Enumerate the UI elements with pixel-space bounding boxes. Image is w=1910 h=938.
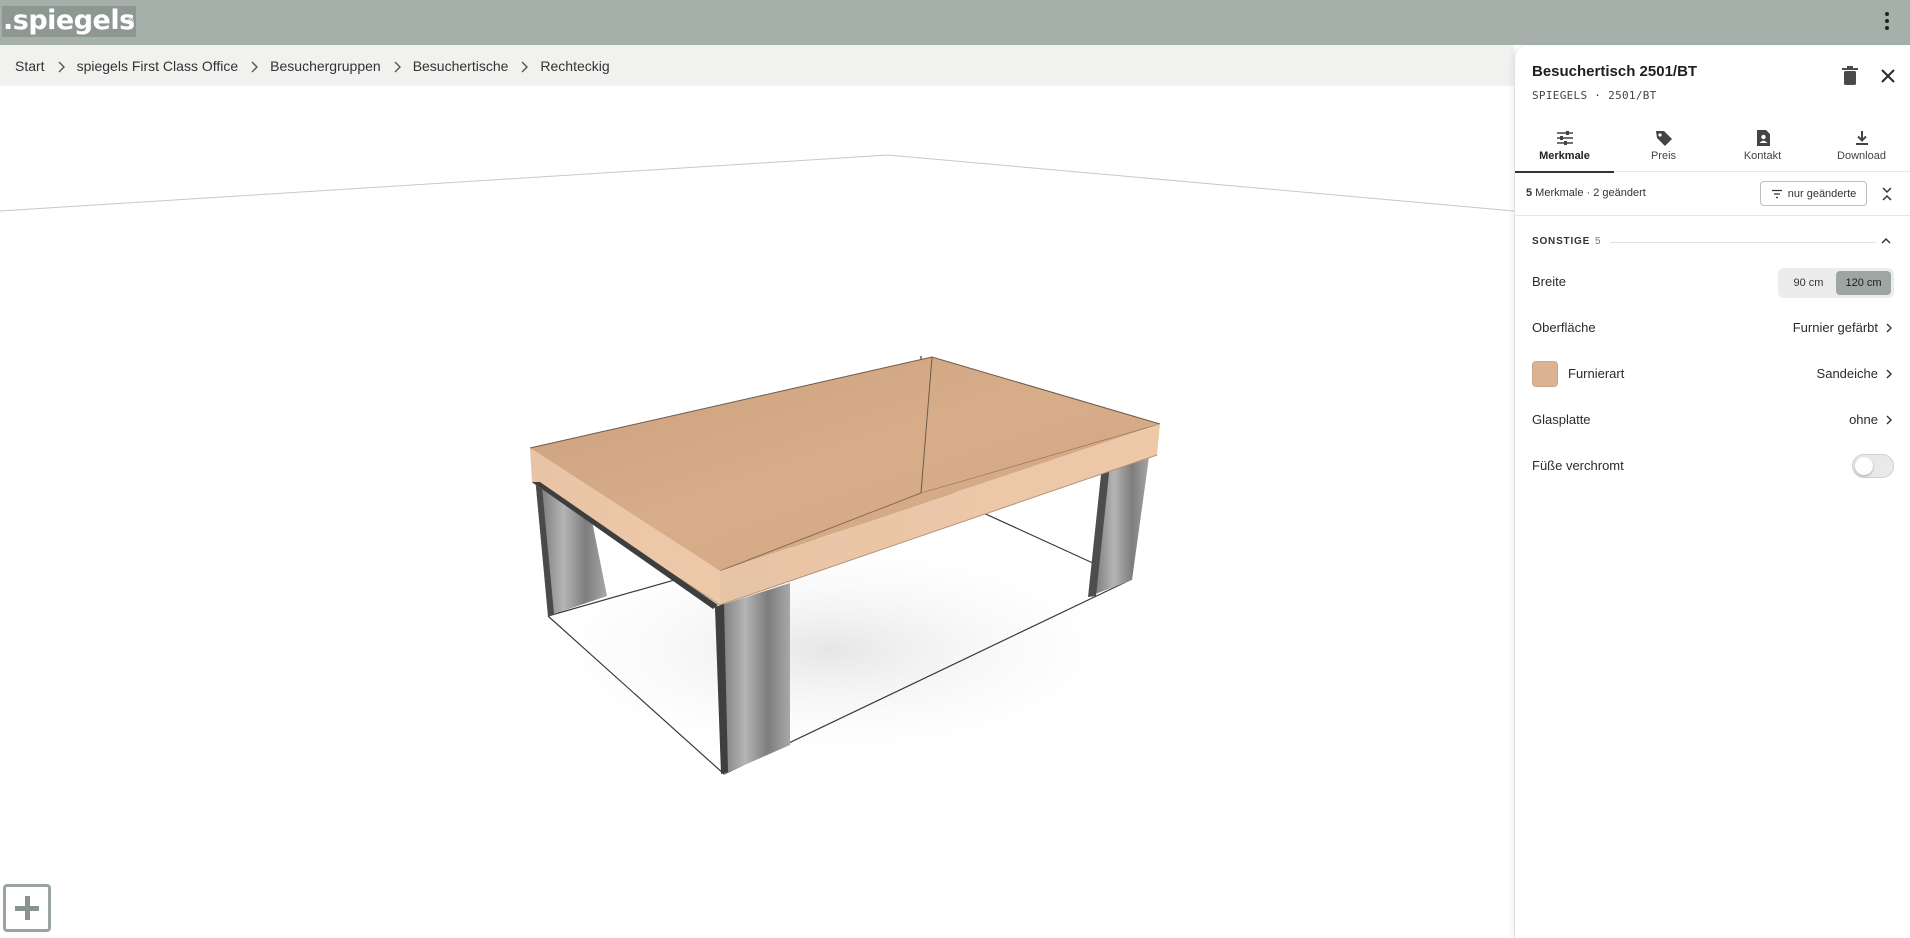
close-icon[interactable]: [1877, 65, 1899, 87]
breite-option-120[interactable]: 120 cm: [1836, 271, 1891, 295]
tab-label: Preis: [1650, 150, 1677, 162]
filter-icon: [1771, 189, 1782, 198]
breadcrumb: Start spiegels First Class Office Besuch…: [15, 45, 610, 86]
tab-label: Merkmale: [1539, 150, 1590, 162]
feature-label: Glasplatte: [1532, 412, 1591, 427]
sliders-icon: [1556, 131, 1573, 145]
tab-merkmale[interactable]: Merkmale: [1515, 124, 1614, 173]
section-divider: [1610, 242, 1876, 243]
room-floor-lines: [0, 154, 1514, 212]
breadcrumb-item-besuchergruppen[interactable]: Besuchergruppen: [270, 58, 381, 74]
chevron-up-icon: [1881, 238, 1891, 244]
chevron-right-icon: [1886, 415, 1892, 425]
chevron-right-icon: [1886, 369, 1892, 379]
fuesse-verchromt-toggle[interactable]: [1852, 454, 1894, 478]
panel-tabs: Merkmale Preis Kontakt Download: [1515, 124, 1910, 173]
scene-canvas[interactable]: [0, 86, 1514, 938]
chevron-right-icon: [45, 58, 77, 73]
logo-text: .spiegels: [3, 5, 135, 36]
feature-label: Füße verchromt: [1532, 458, 1624, 473]
feature-breite: Breite 90 cm 120 cm: [1532, 266, 1894, 298]
price-tag-icon: [1655, 131, 1672, 146]
feature-glasplatte[interactable]: Glasplatte ohne: [1532, 404, 1894, 436]
feature-count: 5 Merkmale · 2 geändert: [1526, 187, 1646, 199]
tab-label: Kontakt: [1743, 150, 1782, 162]
more-vertical-icon[interactable]: [1884, 12, 1890, 32]
feature-fuesse-verchromt: Füße verchromt: [1532, 450, 1894, 482]
plus-square-icon[interactable]: [3, 884, 51, 932]
registered-mark: ®: [126, 17, 135, 26]
contact-icon: [1756, 130, 1770, 146]
feature-label: Furnierart: [1568, 366, 1625, 381]
section-count: 5: [1595, 236, 1601, 247]
3d-viewport[interactable]: [0, 86, 1514, 938]
product-subtitle: SPIEGELS · 2501/BT: [1532, 89, 1657, 102]
color-swatch: [1532, 361, 1558, 387]
breite-option-90[interactable]: 90 cm: [1781, 271, 1836, 295]
trash-icon[interactable]: [1840, 65, 1860, 87]
feature-label: Breite: [1532, 274, 1566, 289]
download-icon: [1855, 131, 1868, 145]
chevron-right-icon: [238, 58, 270, 73]
breadcrumb-item-rechteckig[interactable]: Rechteckig: [540, 58, 609, 74]
configuration-panel: Besuchertisch 2501/BT SPIEGELS · 2501/BT…: [1514, 46, 1910, 938]
brand-logo[interactable]: .spiegels ®: [2, 6, 136, 37]
breadcrumb-item-besuchertische[interactable]: Besuchertische: [413, 58, 509, 74]
breadcrumb-bar: Start spiegels First Class Office Besuch…: [0, 45, 1514, 86]
breadcrumb-item-start[interactable]: Start: [15, 58, 45, 74]
product-title: Besuchertisch 2501/BT: [1532, 63, 1698, 80]
feature-value: ohne: [1849, 412, 1878, 427]
filter-label: nur geänderte: [1787, 187, 1857, 200]
tab-kontakt[interactable]: Kontakt: [1713, 124, 1812, 172]
section-title: SONSTIGE: [1532, 236, 1591, 247]
chevron-right-icon: [508, 58, 540, 73]
tab-preis[interactable]: Preis: [1614, 124, 1713, 172]
feature-furnierart[interactable]: Furnierart Sandeiche: [1532, 358, 1894, 390]
top-bar: .spiegels ®: [0, 0, 1910, 45]
feature-value: Furnier gefärbt: [1792, 320, 1878, 335]
feature-label: Oberfläche: [1532, 320, 1596, 335]
breadcrumb-item-first-class-office[interactable]: spiegels First Class Office: [77, 58, 239, 74]
breite-segmented-control: 90 cm 120 cm: [1778, 268, 1894, 298]
section-sonstige[interactable]: SONSTIGE 5: [1532, 232, 1894, 252]
chevron-right-icon: [1886, 323, 1892, 333]
filter-changed-button[interactable]: nur geänderte: [1760, 181, 1867, 206]
feature-summary-row: 5 Merkmale · 2 geändert nur geänderte: [1515, 172, 1910, 216]
collapse-all-icon[interactable]: [1879, 185, 1895, 203]
tab-download[interactable]: Download: [1812, 124, 1910, 172]
feature-oberflaeche[interactable]: Oberfläche Furnier gefärbt: [1532, 312, 1894, 344]
tab-label: Download: [1837, 150, 1886, 162]
chevron-right-icon: [381, 58, 413, 73]
feature-value: Sandeiche: [1816, 366, 1878, 381]
toggle-knob: [1855, 457, 1873, 475]
